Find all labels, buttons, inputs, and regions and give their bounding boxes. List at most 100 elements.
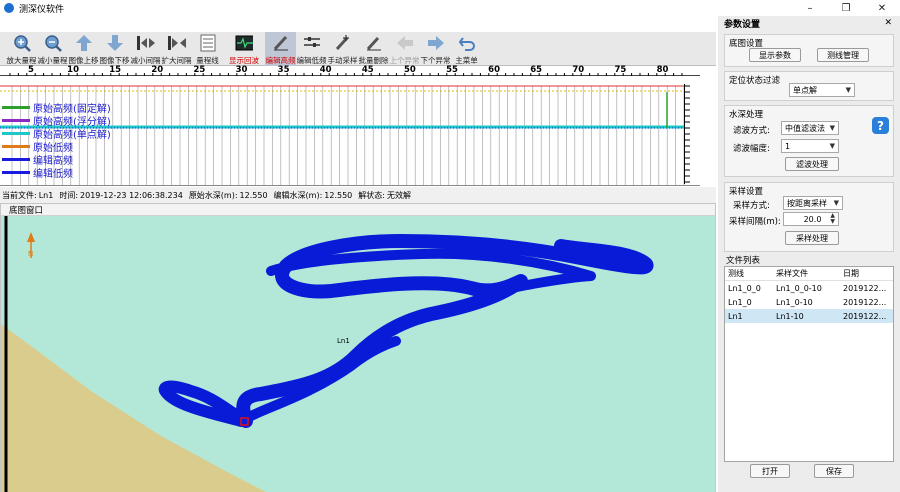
spinner-icon[interactable]: ▲ ▼ — [830, 213, 835, 225]
legend-swatch — [2, 106, 30, 109]
app-icon — [4, 3, 14, 13]
maximize-button[interactable]: ❐ — [828, 0, 864, 16]
positioning-select[interactable]: 单点解 ▼ — [789, 83, 855, 97]
file-row[interactable]: Ln1_0_0 Ln1_0_0-10 2019122... — [725, 281, 893, 295]
image-down-button[interactable]: 图像下移 — [99, 32, 130, 66]
main-menu-icon — [458, 34, 476, 52]
ruler-label: 25 — [193, 65, 206, 75]
file-row-sample: Ln1_0-10 — [776, 297, 813, 307]
current-file-label: 当前文件: — [2, 190, 37, 200]
main-menu-label: 主菜单 — [455, 56, 478, 65]
depth-scale — [684, 84, 700, 184]
edit-low-freq-button[interactable]: 编辑低频 — [296, 32, 327, 66]
manual-sample-button[interactable]: 手动采样 — [327, 32, 358, 66]
window-controls: – ❐ ✕ — [792, 0, 900, 16]
sampling-process-button[interactable]: 采样处理 — [785, 231, 839, 245]
main-toolbar: 放大量程 减小量程 图像上移 图像下移 减小间隔 扩大间隔 量程线 显示回波 编… — [0, 32, 716, 66]
range-line-icon — [199, 34, 217, 52]
raw-depth-value: 12.550 — [239, 190, 268, 200]
column-header-date[interactable]: 日期 — [840, 267, 893, 280]
expand-interval-button[interactable]: 扩大间隔 — [161, 32, 192, 66]
legend-swatch — [2, 145, 30, 148]
file-row-line: Ln1 — [728, 311, 743, 321]
survey-line-mgmt-button[interactable]: 测线管理 — [817, 48, 869, 62]
ruler-label: 35 — [277, 65, 290, 75]
range-line-button[interactable]: 量程线 — [192, 32, 223, 66]
sampling-method-label: 采样方式: — [733, 201, 770, 211]
next-anomaly-button[interactable]: 下个异常 — [420, 32, 451, 66]
panel-title: 参数设置 ✕ — [718, 16, 900, 30]
sampling-method-select[interactable]: 按距离采样 ▼ — [783, 196, 843, 210]
show-params-button[interactable]: 显示参数 — [749, 48, 801, 62]
legend-swatch — [2, 119, 30, 122]
file-list[interactable]: 测线 采样文件 日期 Ln1_0_0 Ln1_0_0-10 2019122...… — [724, 266, 894, 462]
open-button[interactable]: 打开 — [750, 464, 790, 478]
echo-ruler: 5 10 15 20 25 30 35 40 45 50 55 60 65 70 75 80 — [0, 65, 700, 76]
image-up-button[interactable]: 图像上移 — [68, 32, 99, 66]
ruler-label: 80 — [656, 65, 669, 75]
filter-width-value: 1 — [785, 141, 791, 151]
close-button[interactable]: ✕ — [864, 0, 900, 16]
svg-text:N: N — [28, 250, 33, 258]
batch-delete-button[interactable]: 批量删除 — [358, 32, 389, 66]
show-echo-button[interactable]: 显示回波 — [223, 32, 265, 66]
chevron-down-icon: ▼ — [829, 124, 835, 132]
filter-process-button[interactable]: 滤波处理 — [785, 157, 839, 171]
echogram-legend: 原始高频(固定解) 原始高频(浮分解) 原始高频(单点解) 原始低频 编辑高频 编辑低频 — [2, 101, 111, 180]
zoom-in-range-button[interactable]: 放大量程 — [6, 32, 37, 66]
legend-swatch — [2, 171, 30, 174]
column-header-sample-file[interactable]: 采样文件 — [773, 267, 840, 280]
zoom-out-range-button[interactable]: 减小量程 — [37, 32, 68, 66]
filter-width-label: 滤波幅度: — [733, 144, 770, 154]
window-title: 测深仪软件 — [19, 4, 65, 15]
echogram-panel[interactable]: 原始高频(固定解) 原始高频(浮分解) 原始高频(单点解) 原始低频 编辑高频 编辑低频 — [0, 76, 700, 186]
ruler-label: 45 — [361, 65, 374, 75]
ruler-ticks — [9, 73, 683, 76]
positioning-select-value: 单点解 — [793, 85, 817, 95]
help-icon[interactable]: ? — [872, 117, 889, 134]
legend-item: 编辑低频 — [2, 166, 111, 180]
main-menu-button[interactable]: 主菜单 — [451, 32, 482, 66]
chevron-down-icon: ▼ — [845, 86, 851, 94]
filter-method-value: 中值滤波法 — [785, 123, 825, 133]
column-header-line[interactable]: 测线 — [725, 267, 773, 280]
file-list-title: 文件列表 — [726, 256, 761, 266]
zoom-out-icon — [44, 34, 62, 52]
edit-low-freq-icon — [303, 34, 321, 52]
file-row-date: 2019122... — [843, 311, 887, 321]
panel-title-text: 参数设置 — [724, 19, 761, 30]
echo-display-icon — [235, 34, 253, 52]
basemap-header: 底图窗口 — [1, 204, 715, 216]
ruler-label: 40 — [319, 65, 332, 75]
batch-delete-icon — [365, 34, 383, 52]
file-row-sample: Ln1-10 — [776, 311, 804, 321]
filter-width-select[interactable]: 1 ▼ — [781, 139, 839, 153]
edit-high-freq-icon — [272, 34, 290, 52]
sampling-interval-input[interactable]: 20.0 ▲ ▼ — [783, 212, 839, 226]
ruler-label: 30 — [235, 65, 248, 75]
minimize-button[interactable]: – — [792, 0, 828, 16]
edit-high-freq-button[interactable]: 编辑高频 — [265, 32, 296, 66]
panel-close-icon[interactable]: ✕ — [884, 18, 892, 28]
positioning-filter-group: 定位状态过滤 单点解 ▼ — [724, 71, 894, 101]
filter-method-select[interactable]: 中值滤波法 ▼ — [781, 121, 839, 135]
basemap-window: 底图窗口 N Ln1 — [0, 203, 716, 492]
file-row-date: 2019122... — [843, 283, 887, 293]
sampling-interval-value: 20.0 — [803, 214, 822, 224]
basemap-settings-group: 底图设置 显示参数 测线管理 — [724, 34, 894, 67]
legend-swatch — [2, 158, 30, 161]
reduce-interval-button[interactable]: 减小间隔 — [130, 32, 161, 66]
basemap-canvas[interactable]: N Ln1 — [1, 216, 715, 492]
current-file-value: Ln1 — [38, 190, 54, 200]
file-row[interactable]: Ln1_0 Ln1_0-10 2019122... — [725, 295, 893, 309]
solution-value: 无效解 — [386, 190, 411, 200]
solution-label: 解状态: — [358, 190, 385, 200]
depth-processing-title: 水深处理 — [729, 110, 764, 120]
legend-label: 编辑低频 — [33, 169, 73, 180]
chevron-down-icon: ▼ — [829, 142, 835, 150]
save-button[interactable]: 保存 — [814, 464, 854, 478]
basemap-settings-title: 底图设置 — [729, 39, 764, 49]
edit-depth-value: 12.550 — [324, 190, 353, 200]
file-row-selected[interactable]: Ln1 Ln1-10 2019122... — [725, 309, 893, 323]
prev-anomaly-button[interactable]: 上个异常 — [389, 32, 420, 66]
